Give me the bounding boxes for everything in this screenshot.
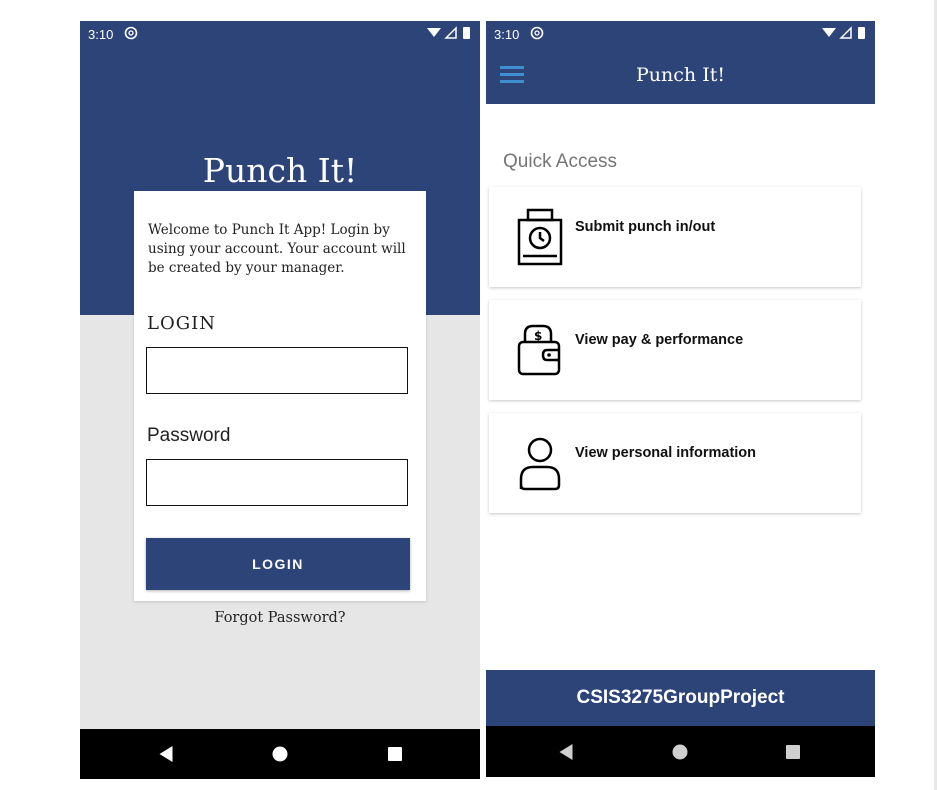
- login-label: LOGIN: [147, 313, 216, 334]
- quick-access-punch[interactable]: Submit punch in/out: [489, 187, 861, 287]
- quick-access-label: View pay & performance: [575, 332, 744, 348]
- app-bar: Punch It!: [486, 47, 875, 104]
- status-bar: 3:10: [486, 21, 875, 47]
- home-icon[interactable]: [272, 746, 288, 762]
- nav-bar: [486, 726, 875, 777]
- login-input[interactable]: [146, 347, 408, 394]
- home-icon[interactable]: [672, 744, 688, 759]
- person-icon: [515, 433, 565, 493]
- dnd-icon: [530, 26, 544, 43]
- dnd-icon: [124, 26, 138, 43]
- system-status-icons: [821, 25, 869, 44]
- appbar-title: Punch It!: [636, 64, 725, 86]
- wallet-icon: $: [515, 320, 565, 380]
- home-screen: 3:10 Punch It! Quick Access Submit punch…: [486, 21, 875, 777]
- quick-access-label: Submit punch in/out: [575, 219, 716, 235]
- status-bar: 3:10: [80, 21, 480, 47]
- back-icon[interactable]: [559, 743, 573, 760]
- system-status-icons: [426, 25, 474, 44]
- footer-bar: CSIS3275GroupProject: [486, 670, 875, 726]
- quick-access-personal[interactable]: View personal information: [489, 413, 861, 513]
- quick-access-label: View personal information: [575, 445, 757, 461]
- login-button[interactable]: LOGIN: [146, 538, 410, 590]
- app-title: Punch It!: [202, 151, 358, 190]
- password-label: Password: [147, 425, 231, 446]
- punch-clock-icon: [515, 207, 565, 267]
- back-icon[interactable]: [159, 746, 173, 762]
- nav-bar: [80, 729, 480, 779]
- password-input[interactable]: [146, 459, 408, 506]
- welcome-message: Welcome to Punch It App! Login by using …: [148, 222, 406, 276]
- login-card: Welcome to Punch It App! Login by using …: [134, 191, 426, 601]
- status-time: 3:10: [88, 27, 114, 42]
- quick-access-pay[interactable]: $ View pay & performance: [489, 300, 861, 400]
- status-time: 3:10: [494, 27, 520, 42]
- recents-icon[interactable]: [388, 747, 402, 761]
- quick-access-title: Quick Access: [503, 151, 618, 172]
- login-screen: 3:10 Punch It! Welcome to Punch It App! …: [80, 21, 480, 779]
- forgot-password-link[interactable]: Forgot Password?: [80, 610, 480, 626]
- page-edge-divider: [934, 0, 937, 790]
- recents-icon[interactable]: [786, 744, 800, 759]
